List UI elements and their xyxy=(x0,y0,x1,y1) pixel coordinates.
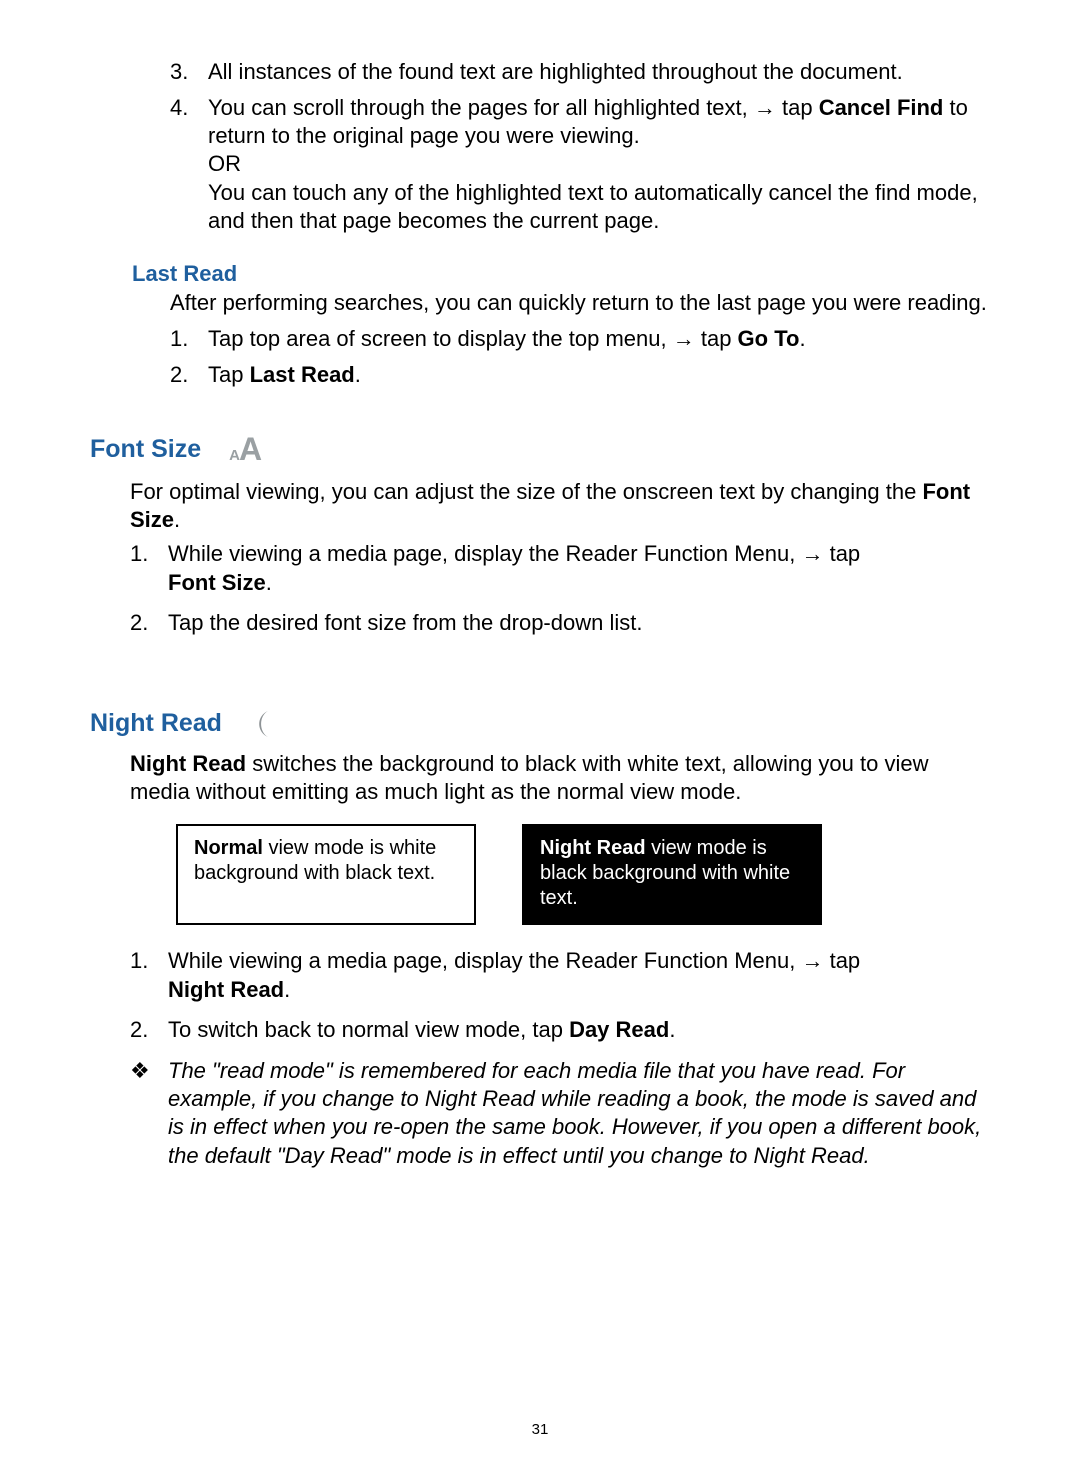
list-number: 4. xyxy=(170,94,188,122)
list-text: Tap Last Read. xyxy=(208,362,361,387)
page-number: 31 xyxy=(0,1421,1080,1438)
list-text-or: OR xyxy=(208,150,990,178)
list-item: 2. Tap the desired font size from the dr… xyxy=(130,609,990,638)
font-size-steps: 1. While viewing a media page, display t… xyxy=(130,540,990,638)
note-text: The "read mode" is remembered for each m… xyxy=(168,1057,990,1170)
list-text-alt: You can touch any of the highlighted tex… xyxy=(208,179,990,235)
view-mode-boxes: Normal view mode is white background wit… xyxy=(176,824,990,925)
night-read-intro: Night Read switches the background to bl… xyxy=(130,750,990,806)
list-text: Tap top area of screen to display the to… xyxy=(208,326,806,351)
list-item: 1. Tap top area of screen to display the… xyxy=(170,323,990,355)
list-number: 2. xyxy=(130,1016,148,1045)
list-number: 2. xyxy=(130,609,148,638)
list-text: While viewing a media page, display the … xyxy=(168,948,860,1002)
list-item: 2. To switch back to normal view mode, t… xyxy=(130,1016,990,1045)
list-item: 1. While viewing a media page, display t… xyxy=(130,947,990,1004)
list-item: 4. You can scroll through the pages for … xyxy=(170,94,990,235)
moon-icon xyxy=(250,708,274,740)
font-size-icon: AA xyxy=(229,431,260,468)
list-number: 3. xyxy=(170,58,188,86)
note-remembered-mode: ❖ The "read mode" is remembered for each… xyxy=(130,1057,990,1170)
arrow-icon: → xyxy=(673,326,695,351)
last-read-steps: 1. Tap top area of screen to display the… xyxy=(170,323,990,391)
find-steps-continued: 3. All instances of the found text are h… xyxy=(170,58,990,235)
list-text: To switch back to normal view mode, tap … xyxy=(168,1017,675,1042)
normal-mode-box: Normal view mode is white background wit… xyxy=(176,824,476,925)
list-item: 1. While viewing a media page, display t… xyxy=(130,540,990,597)
font-size-intro: For optimal viewing, you can adjust the … xyxy=(130,478,990,534)
arrow-icon: → xyxy=(801,541,823,566)
list-number: 2. xyxy=(170,359,188,391)
list-text: You can scroll through the pages for all… xyxy=(208,95,968,148)
last-read-intro: After performing searches, you can quick… xyxy=(170,289,990,317)
list-number: 1. xyxy=(170,323,188,355)
arrow-icon: → xyxy=(801,948,823,973)
list-item: 2. Tap Last Read. xyxy=(170,359,990,391)
diamond-bullet-icon: ❖ xyxy=(130,1057,168,1170)
document-page: 3. All instances of the found text are h… xyxy=(0,0,1080,1472)
list-number: 1. xyxy=(130,947,148,976)
heading-last-read: Last Read xyxy=(132,261,990,287)
arrow-icon: → xyxy=(754,95,776,120)
night-mode-box: Night Read view mode is black background… xyxy=(522,824,822,925)
list-number: 1. xyxy=(130,540,148,569)
heading-night-read: Night Read xyxy=(90,708,990,740)
list-text: Tap the desired font size from the drop-… xyxy=(168,610,642,635)
night-read-steps: 1. While viewing a media page, display t… xyxy=(130,947,990,1045)
list-item: 3. All instances of the found text are h… xyxy=(170,58,990,86)
list-text: All instances of the found text are high… xyxy=(208,59,903,84)
list-text: While viewing a media page, display the … xyxy=(168,541,860,595)
heading-font-size: Font Size AA xyxy=(90,431,990,468)
